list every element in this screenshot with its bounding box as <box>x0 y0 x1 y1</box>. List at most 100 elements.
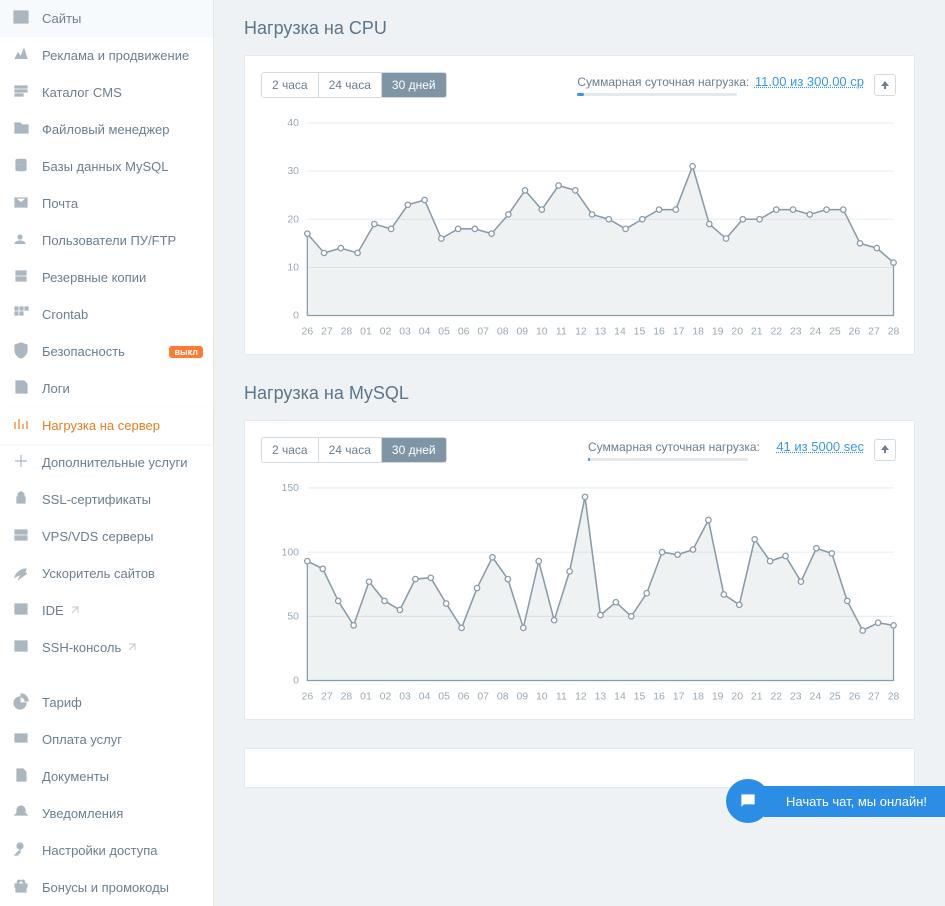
svg-text:28: 28 <box>888 691 900 702</box>
mysql-btn-30d[interactable]: 30 дней <box>382 438 446 462</box>
svg-text:26: 26 <box>302 326 314 337</box>
external-link-icon <box>121 640 137 655</box>
cpu-section-title: Нагрузка на CPU <box>244 18 915 39</box>
svg-text:11: 11 <box>556 691 567 702</box>
logs-icon <box>12 378 42 399</box>
svg-text:21: 21 <box>751 326 763 337</box>
svg-text:26: 26 <box>849 326 861 337</box>
svg-text:20: 20 <box>287 214 299 225</box>
sidebar-item-label: Тариф <box>42 695 82 710</box>
cpu-load-bar <box>577 93 583 96</box>
sidebar-item-security[interactable]: Безопасность выкл <box>0 333 213 370</box>
pay-icon <box>12 729 42 750</box>
sidebar-item-label: SSH-консоль <box>42 640 121 655</box>
mysql-summary: Суммарная суточная нагрузка: 41 из 5000 … <box>588 439 864 461</box>
sidebar: Сайты Реклама и продвижение Каталог CMS … <box>0 0 214 906</box>
docs-icon <box>12 766 42 787</box>
chat-widget[interactable]: Начать чат, мы онлайн! <box>726 779 945 823</box>
svg-text:05: 05 <box>438 691 450 702</box>
svg-text:06: 06 <box>458 691 470 702</box>
svg-text:14: 14 <box>614 691 626 702</box>
svg-text:28: 28 <box>341 691 353 702</box>
tariff-icon <box>12 692 42 713</box>
sidebar-item-logs[interactable]: Логи <box>0 370 213 407</box>
mysql-sort-button[interactable] <box>874 439 896 461</box>
cpu-sort-button[interactable] <box>874 74 896 96</box>
svg-text:22: 22 <box>770 326 782 337</box>
sidebar-item-extra[interactable]: Дополнительные услуги <box>0 444 213 481</box>
sidebar-item-load[interactable]: Нагрузка на сервер <box>0 407 213 444</box>
svg-text:19: 19 <box>712 326 724 337</box>
sidebar-item-promo[interactable]: Реклама и продвижение <box>0 37 213 74</box>
sidebar-item-label: Оплата услуг <box>42 732 122 747</box>
svg-text:11: 11 <box>556 326 567 337</box>
sidebar-item-ssl[interactable]: SSL-сертификаты <box>0 481 213 518</box>
filemgr-icon <box>12 119 42 140</box>
cpu-btn-30d[interactable]: 30 дней <box>382 73 446 97</box>
ide-icon <box>12 600 42 621</box>
svg-text:27: 27 <box>321 691 333 702</box>
cpu-time-range: 2 часа 24 часа 30 дней <box>261 72 447 98</box>
sidebar-item-sites[interactable]: Сайты <box>0 0 213 37</box>
svg-text:03: 03 <box>399 691 411 702</box>
svg-text:08: 08 <box>497 691 509 702</box>
svg-text:100: 100 <box>282 547 300 558</box>
bonus-icon <box>12 877 42 898</box>
mysql-btn-24h[interactable]: 24 часа <box>319 438 382 462</box>
sidebar-item-label: Ускоритель сайтов <box>42 566 155 581</box>
svg-text:17: 17 <box>673 326 685 337</box>
sidebar-item-label: SSL-сертификаты <box>42 492 151 507</box>
svg-text:10: 10 <box>536 326 548 337</box>
sidebar-item-bonus[interactable]: Бонусы и промокоды <box>0 869 213 906</box>
main-content: Нагрузка на CPU 2 часа 24 часа 30 дней С… <box>214 0 945 906</box>
svg-text:13: 13 <box>595 691 607 702</box>
sidebar-item-users[interactable]: Пользователи ПУ/FTP <box>0 222 213 259</box>
promo-icon <box>12 45 42 66</box>
sidebar-item-ssh[interactable]: SSH-консоль <box>0 629 213 666</box>
svg-text:20: 20 <box>731 691 743 702</box>
chat-bar[interactable]: Начать чат, мы онлайн! <box>764 786 945 817</box>
sidebar-item-backup[interactable]: Резервные копии <box>0 259 213 296</box>
cpu-btn-24h[interactable]: 24 часа <box>319 73 382 97</box>
sidebar-item-notify[interactable]: Уведомления <box>0 795 213 832</box>
access-icon <box>12 840 42 861</box>
sidebar-item-ide[interactable]: IDE <box>0 592 213 629</box>
svg-text:28: 28 <box>888 326 900 337</box>
crontab-icon <box>12 304 42 325</box>
svg-text:09: 09 <box>516 691 528 702</box>
svg-text:05: 05 <box>438 326 450 337</box>
mysql-btn-2h[interactable]: 2 часа <box>262 438 319 462</box>
sidebar-item-crontab[interactable]: Crontab <box>0 296 213 333</box>
sidebar-item-vps[interactable]: VPS/VDS серверы <box>0 518 213 555</box>
svg-text:10: 10 <box>536 691 548 702</box>
sidebar-item-mail[interactable]: Почта <box>0 185 213 222</box>
svg-text:0: 0 <box>293 311 299 322</box>
backup-icon <box>12 267 42 288</box>
sidebar-item-label: Настройки доступа <box>42 843 158 858</box>
sidebar-item-pay[interactable]: Оплата услуг <box>0 721 213 758</box>
sidebar-item-label: Логи <box>42 381 70 396</box>
sidebar-item-docs[interactable]: Документы <box>0 758 213 795</box>
svg-text:25: 25 <box>829 691 841 702</box>
mysql-summary-value[interactable]: 41 из 5000 sec <box>776 439 864 454</box>
sidebar-item-label: Резервные копии <box>42 270 146 285</box>
svg-text:07: 07 <box>477 691 489 702</box>
cpu-btn-2h[interactable]: 2 часа <box>262 73 319 97</box>
svg-text:15: 15 <box>634 691 646 702</box>
svg-text:24: 24 <box>810 691 822 702</box>
sidebar-item-label: Уведомления <box>42 806 123 821</box>
sidebar-item-mysql[interactable]: Базы данных MySQL <box>0 148 213 185</box>
sidebar-item-cms[interactable]: Каталог CMS <box>0 74 213 111</box>
svg-text:22: 22 <box>770 691 782 702</box>
svg-text:27: 27 <box>868 691 880 702</box>
sidebar-item-label: Почта <box>42 196 78 211</box>
sidebar-item-filemgr[interactable]: Файловый менеджер <box>0 111 213 148</box>
sites-icon <box>12 8 42 29</box>
sidebar-item-access[interactable]: Настройки доступа <box>0 832 213 869</box>
cms-icon <box>12 82 42 103</box>
vps-icon <box>12 526 42 547</box>
sidebar-item-tariff[interactable]: Тариф <box>0 684 213 721</box>
sidebar-item-speedup[interactable]: Ускоритель сайтов <box>0 555 213 592</box>
chat-bubble-icon[interactable] <box>726 779 770 823</box>
cpu-summary-value[interactable]: 11.00 из 300.00 cp <box>755 74 864 89</box>
